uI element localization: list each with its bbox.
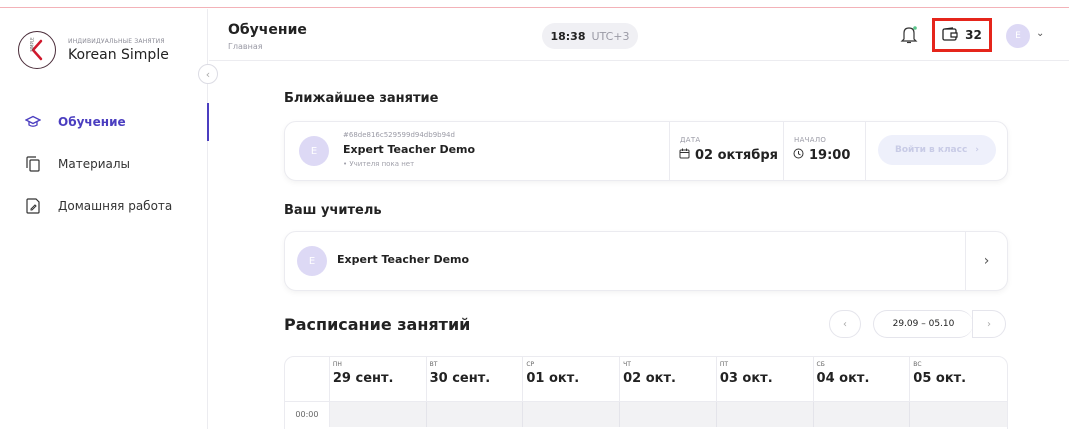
lesson-id: #68de816c529599d94db9b94d — [343, 131, 455, 139]
schedule-cell[interactable] — [329, 402, 427, 427]
chevron-right-icon: › — [987, 318, 991, 330]
header: Обучение Главная 18:38 UTC+3 32 E ⌄ — [209, 9, 1069, 61]
schedule-header: ПН 29 сент. ВТ 30 сент. СР 01 окт. ЧТ 02 окт… — [285, 357, 1007, 401]
teacher-card[interactable]: E Expert Teacher Demo › — [284, 231, 1008, 291]
day-date: 04 окт. — [816, 371, 870, 386]
chevron-right-icon: › — [975, 145, 979, 155]
time-label: 00:00 — [285, 402, 330, 427]
day-header: ПН 29 сент. — [330, 357, 427, 401]
teacher-name: Expert Teacher Demo — [337, 253, 470, 266]
sidebar-item-materials[interactable]: Материалы — [0, 143, 208, 185]
page-title: Обучение — [228, 22, 307, 38]
date-label: ДАТА — [680, 136, 701, 144]
sidebar-item-label: Домашняя работа — [58, 199, 173, 213]
sidebar-item-label: Материалы — [58, 157, 130, 171]
schedule-grid: ПН 29 сент. ВТ 30 сент. СР 01 окт. ЧТ 02 окт… — [284, 356, 1008, 429]
schedule-cell[interactable] — [620, 402, 717, 427]
weekday: СР — [526, 361, 535, 368]
divider — [669, 122, 670, 180]
weekday: ВС — [913, 361, 922, 368]
schedule-row: 00:00 — [285, 401, 1007, 427]
next-week-button[interactable]: › — [972, 310, 1006, 338]
avatar: E — [299, 136, 329, 166]
clock-icon — [793, 148, 804, 163]
schedule-cell[interactable] — [813, 402, 911, 427]
copy-icon — [24, 155, 42, 173]
day-header: ЧТ 02 окт. — [620, 357, 717, 401]
weekday: ПН — [332, 361, 342, 368]
bell-icon[interactable] — [900, 25, 918, 45]
your-teacher-title: Ваш учитель — [284, 203, 382, 218]
prev-week-button[interactable]: ‹ — [829, 310, 861, 338]
day-header: ВТ 30 сент. — [427, 357, 524, 401]
edit-document-icon — [24, 197, 42, 215]
timezone: UTC+3 — [591, 29, 630, 43]
day-date: 05 окт. — [913, 371, 967, 386]
day-header: ВС 05 окт. — [910, 357, 1007, 401]
current-time: 18:38 — [550, 29, 586, 43]
sidebar-nav: Обучение Материалы Домашняя работа — [0, 101, 209, 227]
day-header: СР 01 окт. — [523, 357, 621, 401]
brand-name: Korean Simple — [68, 46, 169, 63]
top-border — [0, 0, 1069, 8]
join-class-label: Войти в класс — [895, 145, 968, 155]
time-column-header — [285, 357, 330, 401]
balance-value: 32 — [965, 28, 982, 42]
logo-small-text: SIMPLE — [29, 37, 35, 52]
lesson-teacher: Expert Teacher Demo — [343, 143, 476, 156]
balance-button[interactable]: 32 — [932, 18, 992, 52]
day-date: 29 сент. — [332, 371, 394, 386]
calendar-icon — [679, 148, 690, 163]
join-class-button[interactable]: Войти в класс › — [878, 135, 996, 165]
logo-icon: SIMPLE — [18, 31, 56, 69]
brand-subtitle: ИНДИВИДУАЛЬНЫЕ ЗАНЯТИЯ — [68, 37, 165, 45]
date-value: 02 октября — [695, 148, 778, 163]
sidebar-item-label: Обучение — [58, 115, 126, 129]
day-header: СБ 04 окт. — [814, 357, 911, 401]
start-label: НАЧАЛО — [794, 136, 827, 144]
schedule-cell[interactable] — [523, 402, 621, 427]
chevron-left-icon: ‹ — [205, 67, 211, 81]
start-value: 19:00 — [809, 148, 851, 163]
day-header: ПТ 03 окт. — [717, 357, 814, 401]
chevron-down-icon[interactable]: ⌄ — [1036, 28, 1044, 39]
weekday: ВТ — [429, 361, 438, 368]
wallet-icon — [942, 26, 958, 44]
next-lesson-title: Ближайшее занятие — [284, 91, 439, 106]
divider — [865, 122, 866, 180]
avatar: E — [297, 246, 327, 276]
day-date: 03 окт. — [719, 371, 773, 386]
next-lesson-card: E #68de816c529599d94db9b94d Expert Teach… — [284, 121, 1008, 181]
breadcrumb[interactable]: Главная — [228, 42, 263, 51]
sidebar: SIMPLE ИНДИВИДУАЛЬНЫЕ ЗАНЯТИЯ Korean Sim… — [0, 9, 209, 429]
day-date: 02 окт. — [623, 371, 676, 386]
divider — [783, 122, 784, 180]
chevron-right-icon: › — [983, 253, 990, 269]
schedule-cell[interactable] — [426, 402, 524, 427]
collapse-sidebar-button[interactable]: ‹ — [198, 64, 218, 84]
sidebar-item-homework[interactable]: Домашняя работа — [0, 185, 208, 227]
graduation-cap-icon — [24, 113, 42, 131]
teacher-open-button[interactable]: › — [965, 232, 1007, 290]
day-date: 01 окт. — [526, 371, 580, 386]
lesson-note-text: Учителя пока нет — [349, 160, 415, 168]
lesson-note: • Учителя пока нет — [343, 160, 415, 168]
day-date: 30 сент. — [429, 371, 491, 386]
time-badge: 18:38 UTC+3 — [542, 23, 638, 49]
logo[interactable]: SIMPLE ИНДИВИДУАЛЬНЫЕ ЗАНЯТИЯ Korean Sim… — [18, 31, 169, 69]
schedule-cell[interactable] — [910, 402, 1007, 427]
user-avatar[interactable]: E — [1006, 24, 1030, 48]
weekday: ЧТ — [623, 361, 631, 368]
week-range: 29.09 – 05.10 — [873, 310, 973, 338]
chevron-left-icon: ‹ — [843, 318, 847, 330]
schedule-title: Расписание занятий — [284, 315, 471, 334]
weekday: СБ — [816, 361, 825, 368]
weekday: ПТ — [719, 361, 728, 368]
sidebar-item-learning[interactable]: Обучение — [0, 101, 209, 143]
schedule-cell[interactable] — [716, 402, 814, 427]
date-value-group: 02 октября — [679, 148, 778, 163]
start-value-group: 19:00 — [793, 148, 850, 163]
